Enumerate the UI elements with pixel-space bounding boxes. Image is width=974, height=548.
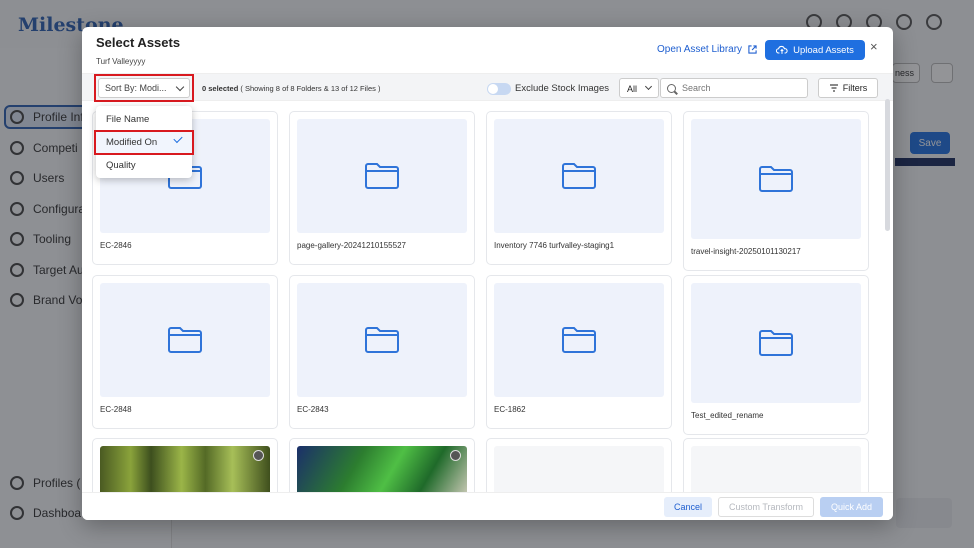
image-card[interactable] [92, 438, 278, 492]
product-image [297, 446, 467, 492]
sort-option-quality[interactable]: Quality [96, 154, 192, 176]
info-icon[interactable] [450, 450, 461, 461]
folder-icon [759, 166, 793, 192]
image-card[interactable] [683, 438, 869, 492]
info-icon[interactable] [253, 450, 264, 461]
image-placeholder [691, 446, 861, 492]
custom-transform-button[interactable]: Custom Transform [718, 497, 814, 517]
upload-assets-button[interactable]: Upload Assets [765, 40, 865, 60]
sort-option-file-name[interactable]: File Name [96, 108, 192, 130]
selection-summary: 0 selected ( Showing 8 of 8 Folders & 13… [202, 84, 381, 93]
exclude-stock-toggle[interactable] [487, 83, 511, 95]
folder-card[interactable]: travel-insight-20250101130217 [683, 111, 869, 271]
asset-toolbar: Sort By: Modi... 0 selected ( Showing 8 … [82, 73, 893, 102]
close-icon[interactable]: × [870, 39, 878, 54]
folder-card[interactable]: EC-2848 [92, 275, 278, 429]
type-filter-select[interactable]: All [619, 78, 659, 98]
folder-card[interactable]: Inventory 7746 turfvalley-staging1 [486, 111, 672, 265]
folder-thumbnail [494, 283, 664, 397]
folder-name: EC-1862 [494, 405, 526, 414]
folder-icon [759, 330, 793, 356]
select-assets-modal: Select Assets Turf Valleyyyy Open Asset … [82, 27, 893, 520]
folder-thumbnail [494, 119, 664, 233]
folder-icon [562, 327, 596, 353]
folder-thumbnail [297, 119, 467, 233]
search-input[interactable] [682, 83, 792, 93]
filters-button[interactable]: Filters [818, 78, 878, 98]
cancel-button[interactable]: Cancel [664, 497, 712, 517]
external-link-icon [748, 45, 757, 54]
highlight-box-sort [94, 74, 194, 102]
image-card[interactable] [289, 438, 475, 492]
folder-icon [365, 327, 399, 353]
folder-name: Test_edited_rename [691, 411, 764, 420]
forest-image [100, 446, 270, 492]
folder-name: EC-2843 [297, 405, 329, 414]
folder-thumbnail [100, 283, 270, 397]
search-box [660, 78, 808, 98]
folder-card[interactable]: Test_edited_rename [683, 275, 869, 435]
image-card[interactable] [486, 438, 672, 492]
folder-icon [365, 163, 399, 189]
folder-thumbnail [297, 283, 467, 397]
modal-footer: Cancel Custom Transform Quick Add [82, 492, 893, 520]
cloud-upload-icon [776, 45, 788, 54]
asset-grid: EC-2846 page-gallery-20241210155527 Inve… [92, 111, 882, 492]
folder-name: travel-insight-20250101130217 [691, 247, 801, 256]
highlight-box-modified-on [94, 130, 194, 155]
folder-card[interactable]: EC-1862 [486, 275, 672, 429]
folder-icon [562, 163, 596, 189]
folder-thumbnail [691, 283, 861, 403]
folder-thumbnail [691, 119, 861, 239]
quick-add-button[interactable]: Quick Add [820, 497, 883, 517]
filter-lines-icon [829, 84, 838, 92]
modal-title: Select Assets [96, 35, 181, 50]
search-icon [667, 83, 676, 93]
folder-icon [168, 327, 202, 353]
image-placeholder [494, 446, 664, 492]
exclude-stock-label: Exclude Stock Images [515, 83, 609, 94]
modal-subtitle: Turf Valleyyyy [96, 57, 146, 66]
grid-scrollbar[interactable] [885, 99, 890, 231]
chevron-down-icon [644, 82, 653, 91]
folder-name: Inventory 7746 turfvalley-staging1 [494, 241, 615, 250]
folder-card[interactable]: EC-2843 [289, 275, 475, 429]
folder-name: page-gallery-20241210155527 [297, 241, 406, 250]
open-asset-library-link[interactable]: Open Asset Library [657, 44, 757, 55]
folder-card[interactable]: page-gallery-20241210155527 [289, 111, 475, 265]
folder-name: EC-2846 [100, 241, 132, 250]
folder-name: EC-2848 [100, 405, 132, 414]
